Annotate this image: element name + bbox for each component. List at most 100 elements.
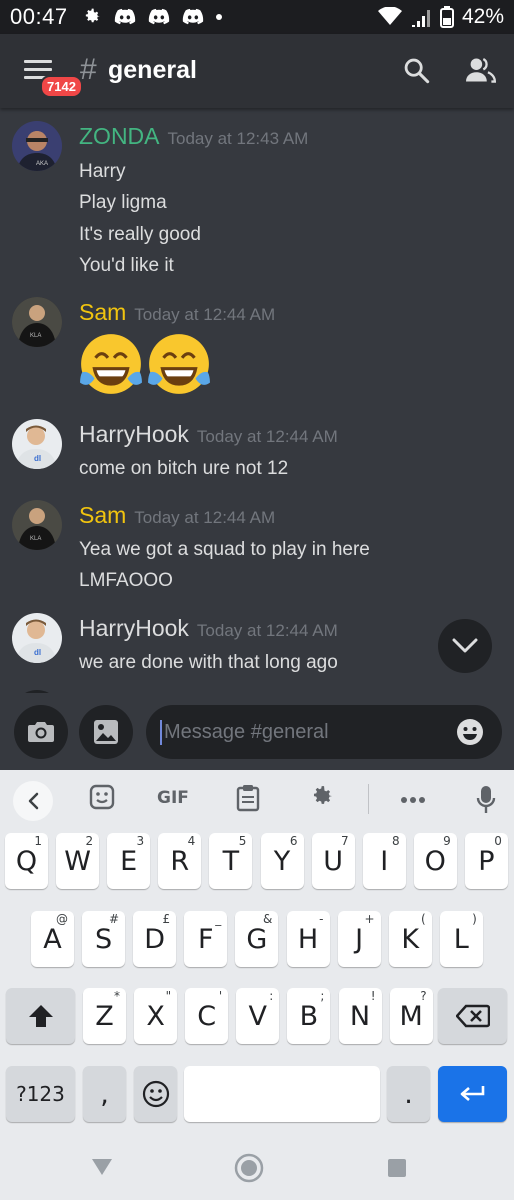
key-label: C <box>197 1000 217 1032</box>
status-time: 00:47 <box>10 4 68 29</box>
key-f[interactable]: F _ <box>184 911 228 967</box>
message-text: we are done with that long ago <box>79 652 338 673</box>
key-hint: 0 <box>494 834 502 848</box>
home-nav-icon[interactable] <box>234 1153 264 1183</box>
channel-title: general <box>108 56 197 84</box>
emoji-key[interactable] <box>134 1066 177 1122</box>
key-d[interactable]: D £ <box>133 911 177 967</box>
key-y[interactable]: Y6 <box>260 833 304 889</box>
username-text[interactable]: Sam <box>79 299 126 325</box>
key-label: E <box>120 845 138 877</box>
system-status: 42% <box>377 5 504 29</box>
key-v[interactable]: V: <box>236 988 280 1044</box>
key-hint: : <box>269 989 274 1003</box>
avatar[interactable]: AKA <box>12 121 62 171</box>
search-icon[interactable] <box>402 56 430 84</box>
keyboard-back-button[interactable] <box>13 781 53 821</box>
key-n[interactable]: N! <box>338 988 382 1044</box>
period-key[interactable]: . <box>387 1066 430 1122</box>
microphone-icon[interactable] <box>476 785 496 815</box>
key-t[interactable]: T5 <box>209 833 253 889</box>
avatar[interactable]: KLA <box>12 297 62 347</box>
key-e[interactable]: E3 <box>107 833 151 889</box>
key-x[interactable]: X " <box>134 988 178 1044</box>
message-input[interactable]: Message #general <box>146 705 502 759</box>
key-label: H <box>297 923 319 955</box>
more-options-icon[interactable] <box>400 796 426 804</box>
members-icon[interactable] <box>466 56 496 84</box>
channel-header: 7142 # general <box>0 34 514 108</box>
back-nav-icon[interactable] <box>90 1157 114 1177</box>
username-text[interactable]: HarryHook <box>79 421 189 447</box>
key-hint: 9 <box>443 834 451 848</box>
username[interactable]: HarryHook Today at 12:44 AM <box>79 421 338 448</box>
jump-to-bottom-button[interactable] <box>438 619 492 673</box>
enter-key[interactable] <box>438 1066 507 1122</box>
key-b[interactable]: B; <box>287 988 331 1044</box>
key-hint: " <box>165 989 172 1003</box>
battery-icon <box>439 6 454 28</box>
username[interactable]: ZONDA Today at 12:43 AM <box>79 123 308 150</box>
message-text: It's really good <box>79 224 201 245</box>
key-a[interactable]: A @ <box>31 911 74 967</box>
emoji-content <box>78 331 212 397</box>
key-r[interactable]: R4 <box>158 833 202 889</box>
username-text[interactable]: Sam <box>79 502 126 528</box>
key-hint: ? <box>420 989 427 1003</box>
key-label: Y <box>273 845 291 877</box>
username-text[interactable]: ZONDA <box>79 123 160 149</box>
backspace-key[interactable] <box>438 988 507 1044</box>
emoji-picker-icon[interactable] <box>456 718 484 746</box>
symbols-key[interactable]: ?123 <box>6 1066 75 1122</box>
key-u[interactable]: U7 <box>311 833 355 889</box>
key-label: W <box>64 845 91 877</box>
username-text[interactable]: HarryHook <box>79 615 189 641</box>
key-p[interactable]: P0 <box>464 833 508 889</box>
clipboard-icon[interactable] <box>236 784 260 812</box>
key-q[interactable]: Q1 <box>5 833 48 889</box>
key-z[interactable]: Z * <box>83 988 126 1044</box>
gif-button[interactable]: GIF <box>157 788 189 808</box>
key-m[interactable]: M? <box>389 988 433 1044</box>
key-label: S <box>95 923 113 955</box>
sticker-icon[interactable] <box>89 784 115 810</box>
key-hint: 5 <box>238 834 247 848</box>
avatar[interactable]: KLA <box>12 500 62 550</box>
key-label: Q <box>15 845 38 877</box>
key-i[interactable]: I8 <box>362 833 406 889</box>
key-s[interactable]: S # <box>82 911 126 967</box>
timestamp: Today at 12:44 AM <box>134 508 276 527</box>
key-g[interactable]: G & <box>235 911 279 967</box>
avatar[interactable]: dl <box>12 613 62 663</box>
more-notifications-dot <box>215 14 222 20</box>
text-cursor <box>160 720 162 745</box>
space-key[interactable] <box>184 1066 380 1122</box>
settings-icon[interactable] <box>309 784 335 810</box>
avatar[interactable]: dl <box>12 419 62 469</box>
key-h[interactable]: H- <box>286 911 330 967</box>
message-list[interactable]: AKA ZONDA Today at 12:43 AM Harry Play li… <box>0 108 514 693</box>
key-label: Z <box>95 1000 114 1032</box>
gallery-button[interactable] <box>79 705 133 759</box>
username[interactable]: Sam Today at 12:44 AM <box>79 502 275 529</box>
key-j[interactable]: J + <box>337 911 381 967</box>
tears-of-joy-emoji[interactable] <box>78 331 144 397</box>
key-hint: & <box>263 912 273 926</box>
tears-of-joy-emoji[interactable] <box>146 331 212 397</box>
key-l[interactable]: L) <box>439 911 483 967</box>
recents-nav-icon[interactable] <box>387 1158 407 1178</box>
message-text: come on bitch ure not 12 <box>79 458 289 479</box>
username[interactable]: HarryHook Today at 12:44 AM <box>79 615 338 642</box>
key-c[interactable]: C ' <box>185 988 229 1044</box>
key-k[interactable]: K( <box>388 911 432 967</box>
shift-key[interactable] <box>6 988 75 1044</box>
chevron-down-icon <box>452 638 478 653</box>
svg-text:KLA: KLA <box>30 536 41 542</box>
username[interactable]: Sam Today at 12:44 AM <box>79 299 275 326</box>
key-o[interactable]: O9 <box>413 833 457 889</box>
comma-key[interactable]: , <box>83 1066 126 1122</box>
camera-button[interactable] <box>14 705 68 759</box>
mention-badge: 7142 <box>40 75 83 98</box>
settings-notification-icon <box>85 8 100 23</box>
key-w[interactable]: W2 <box>56 833 100 889</box>
